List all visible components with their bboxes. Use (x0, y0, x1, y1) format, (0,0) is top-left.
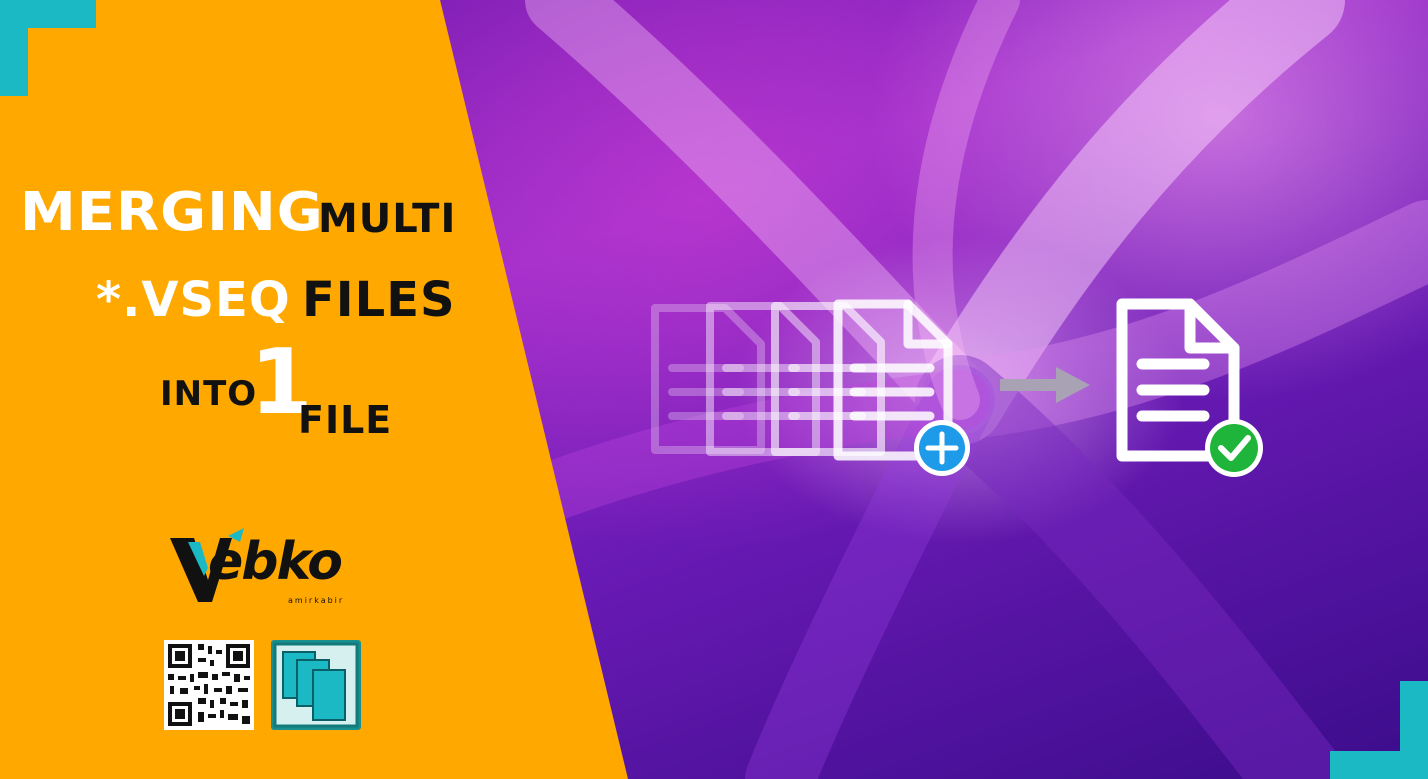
plus-icon (914, 420, 970, 476)
stacked-documents-icon (651, 299, 953, 461)
arrow-right-icon (1000, 367, 1090, 403)
merge-illustration (651, 298, 1263, 477)
check-icon (1205, 419, 1263, 477)
